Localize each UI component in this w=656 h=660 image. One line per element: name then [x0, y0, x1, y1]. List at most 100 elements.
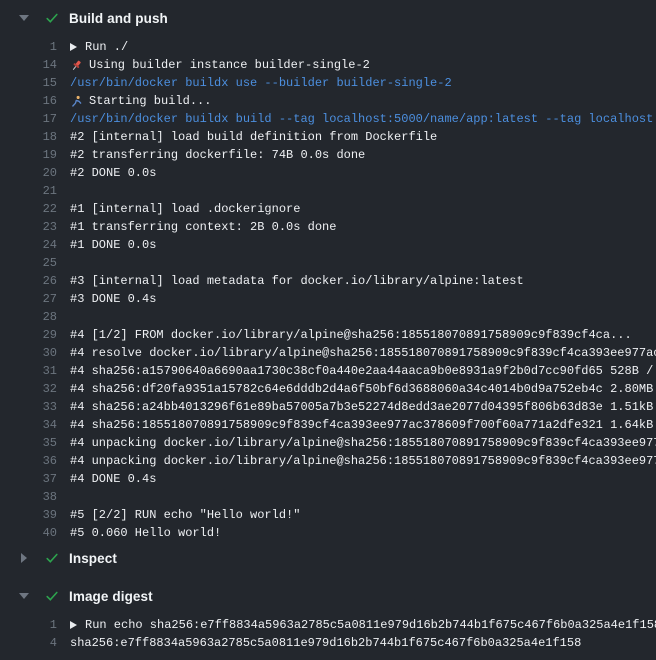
log-text: #1 transferring context: 2B 0.0s done: [70, 218, 336, 236]
log-text: #4 sha256:a24bb4013296f61e89ba57005a7b3e…: [70, 398, 656, 416]
log-line: 23 #1 transferring context: 2B 0.0s done: [0, 218, 656, 236]
line-number[interactable]: 17: [0, 110, 57, 128]
log-text: #5 0.060 Hello world!: [70, 524, 221, 542]
log-lines-image-digest: 1 Run echo sha256:e7ff8834a5963a2785c5a08…: [0, 612, 656, 652]
section-header-image-digest[interactable]: Image digest: [0, 580, 656, 612]
line-number[interactable]: 1: [0, 616, 57, 634]
log-text: #4 sha256:185518070891758909c9f839cf4ca3…: [70, 416, 656, 434]
line-number[interactable]: 16: [0, 92, 57, 110]
log-line: 35 #4 unpacking docker.io/library/alpine@…: [0, 434, 656, 452]
log-line: 19 #2 transferring dockerfile: 74B 0.0s d…: [0, 146, 656, 164]
log-line: 31 #4 sha256:a15790640a6690aa1730c38cf0a4…: [0, 362, 656, 380]
log-line: 25: [0, 254, 656, 272]
line-number[interactable]: 40: [0, 524, 57, 542]
log-line: 30 #4 resolve docker.io/library/alpine@sh…: [0, 344, 656, 362]
log-text: #3 [internal] load metadata for docker.i…: [70, 272, 524, 290]
line-number[interactable]: 18: [0, 128, 57, 146]
chevron-down-icon[interactable]: [18, 593, 29, 599]
log-text: /usr/bin/docker buildx use --builder bui…: [70, 74, 452, 92]
line-number[interactable]: 31: [0, 362, 57, 380]
line-number[interactable]: 23: [0, 218, 57, 236]
section-title: Image digest: [69, 589, 153, 604]
log-line: 39 #5 [2/2] RUN echo "Hello world!": [0, 506, 656, 524]
line-number[interactable]: 33: [0, 398, 57, 416]
log-line: 1 Run echo sha256:e7ff8834a5963a2785c5a08…: [0, 616, 656, 634]
log-text: #4 sha256:a15790640a6690aa1730c38cf0a440…: [70, 362, 656, 380]
log-text: #4 resolve docker.io/library/alpine@sha2…: [70, 344, 656, 362]
log-line: 21: [0, 182, 656, 200]
line-number[interactable]: 39: [0, 506, 57, 524]
line-number[interactable]: 28: [0, 308, 57, 326]
log-line: 15/usr/bin/docker buildx use --builder b…: [0, 74, 656, 92]
log-line: 33 #4 sha256:a24bb4013296f61e89ba57005a7b…: [0, 398, 656, 416]
chevron-down-icon[interactable]: [18, 15, 29, 21]
line-number[interactable]: 25: [0, 254, 57, 272]
line-number[interactable]: 32: [0, 380, 57, 398]
run-command-text: Run ./: [70, 38, 128, 56]
section-title: Build and push: [69, 11, 168, 26]
log-line: 37 #4 DONE 0.4s: [0, 470, 656, 488]
log-line: 34 #4 sha256:185518070891758909c9f839cf4c…: [0, 416, 656, 434]
run-group-toggle-icon[interactable]: [70, 621, 77, 629]
line-number[interactable]: 21: [0, 182, 57, 200]
line-number[interactable]: 26: [0, 272, 57, 290]
log-line: 24 #1 DONE 0.0s: [0, 236, 656, 254]
log-line: 22 #1 [internal] load .dockerignore: [0, 200, 656, 218]
log-text: #4 [1/2] FROM docker.io/library/alpine@s…: [70, 326, 632, 344]
run-group-toggle-icon[interactable]: [70, 43, 77, 51]
log-line: 27 #3 DONE 0.4s: [0, 290, 656, 308]
log-line: 17/usr/bin/docker buildx build --tag loc…: [0, 110, 656, 128]
section-header-inspect[interactable]: Inspect: [0, 542, 656, 574]
line-number[interactable]: 4: [0, 634, 57, 652]
log-line: 28: [0, 308, 656, 326]
check-icon: [44, 550, 60, 566]
run-command-text: Run echo sha256:e7ff8834a5963a2785c5a081…: [70, 616, 656, 634]
log-text: #1 DONE 0.0s: [70, 236, 156, 254]
log-line: 14 Using builder instance builder-single-…: [0, 56, 656, 74]
caret-shape: [19, 593, 29, 599]
log-text: #3 DONE 0.4s: [70, 290, 156, 308]
log-line: 16Starting build...: [0, 92, 656, 110]
line-number[interactable]: 37: [0, 470, 57, 488]
line-number[interactable]: 14: [0, 56, 57, 74]
log-text: #2 DONE 0.0s: [70, 164, 156, 182]
line-number[interactable]: 34: [0, 416, 57, 434]
log-text: #2 [internal] load build definition from…: [70, 128, 437, 146]
check-icon: [44, 588, 60, 604]
line-number[interactable]: 20: [0, 164, 57, 182]
line-number[interactable]: 29: [0, 326, 57, 344]
log-line: 40 #5 0.060 Hello world!: [0, 524, 656, 542]
line-number[interactable]: 24: [0, 236, 57, 254]
log-text: #4 unpacking docker.io/library/alpine@sh…: [70, 434, 656, 452]
log-text: #5 [2/2] RUN echo "Hello world!": [70, 506, 300, 524]
log-text: #4 DONE 0.4s: [70, 470, 156, 488]
line-number[interactable]: 19: [0, 146, 57, 164]
log-line: 26 #3 [internal] load metadata for docker…: [0, 272, 656, 290]
log-text: sha256:e7ff8834a5963a2785c5a0811e979d16b…: [70, 634, 581, 652]
log-line: 20 #2 DONE 0.0s: [0, 164, 656, 182]
log-line: 32 #4 sha256:df20fa9351a15782c64e6dddb2d4…: [0, 380, 656, 398]
line-number[interactable]: 35: [0, 434, 57, 452]
line-number[interactable]: 30: [0, 344, 57, 362]
log-sections: Build and push1Run ./14Using builder ins…: [0, 2, 656, 652]
section-title: Inspect: [69, 551, 117, 566]
line-number[interactable]: 1: [0, 38, 57, 56]
log-text: #2 transferring dockerfile: 74B 0.0s don…: [70, 146, 365, 164]
line-number[interactable]: 36: [0, 452, 57, 470]
caret-shape: [19, 15, 29, 21]
line-number[interactable]: 38: [0, 488, 57, 506]
log-line: 4 sha256:e7ff8834a5963a2785c5a0811e979d16…: [0, 634, 656, 652]
log-text: Using builder instance builder-single-2: [70, 56, 370, 74]
pushpin-icon: [70, 59, 83, 72]
log-line: 18 #2 [internal] load build definition fr…: [0, 128, 656, 146]
log-text: #4 unpacking docker.io/library/alpine@sh…: [70, 452, 656, 470]
runner-icon: [70, 95, 83, 108]
log-text: #1 [internal] load .dockerignore: [70, 200, 300, 218]
check-icon: [44, 10, 60, 26]
line-number[interactable]: 27: [0, 290, 57, 308]
section-header-build-and-push[interactable]: Build and push: [0, 2, 656, 34]
chevron-right-icon[interactable]: [18, 553, 29, 563]
line-number[interactable]: 15: [0, 74, 57, 92]
log-text: #4 sha256:df20fa9351a15782c64e6dddb2d4a6…: [70, 380, 656, 398]
line-number[interactable]: 22: [0, 200, 57, 218]
